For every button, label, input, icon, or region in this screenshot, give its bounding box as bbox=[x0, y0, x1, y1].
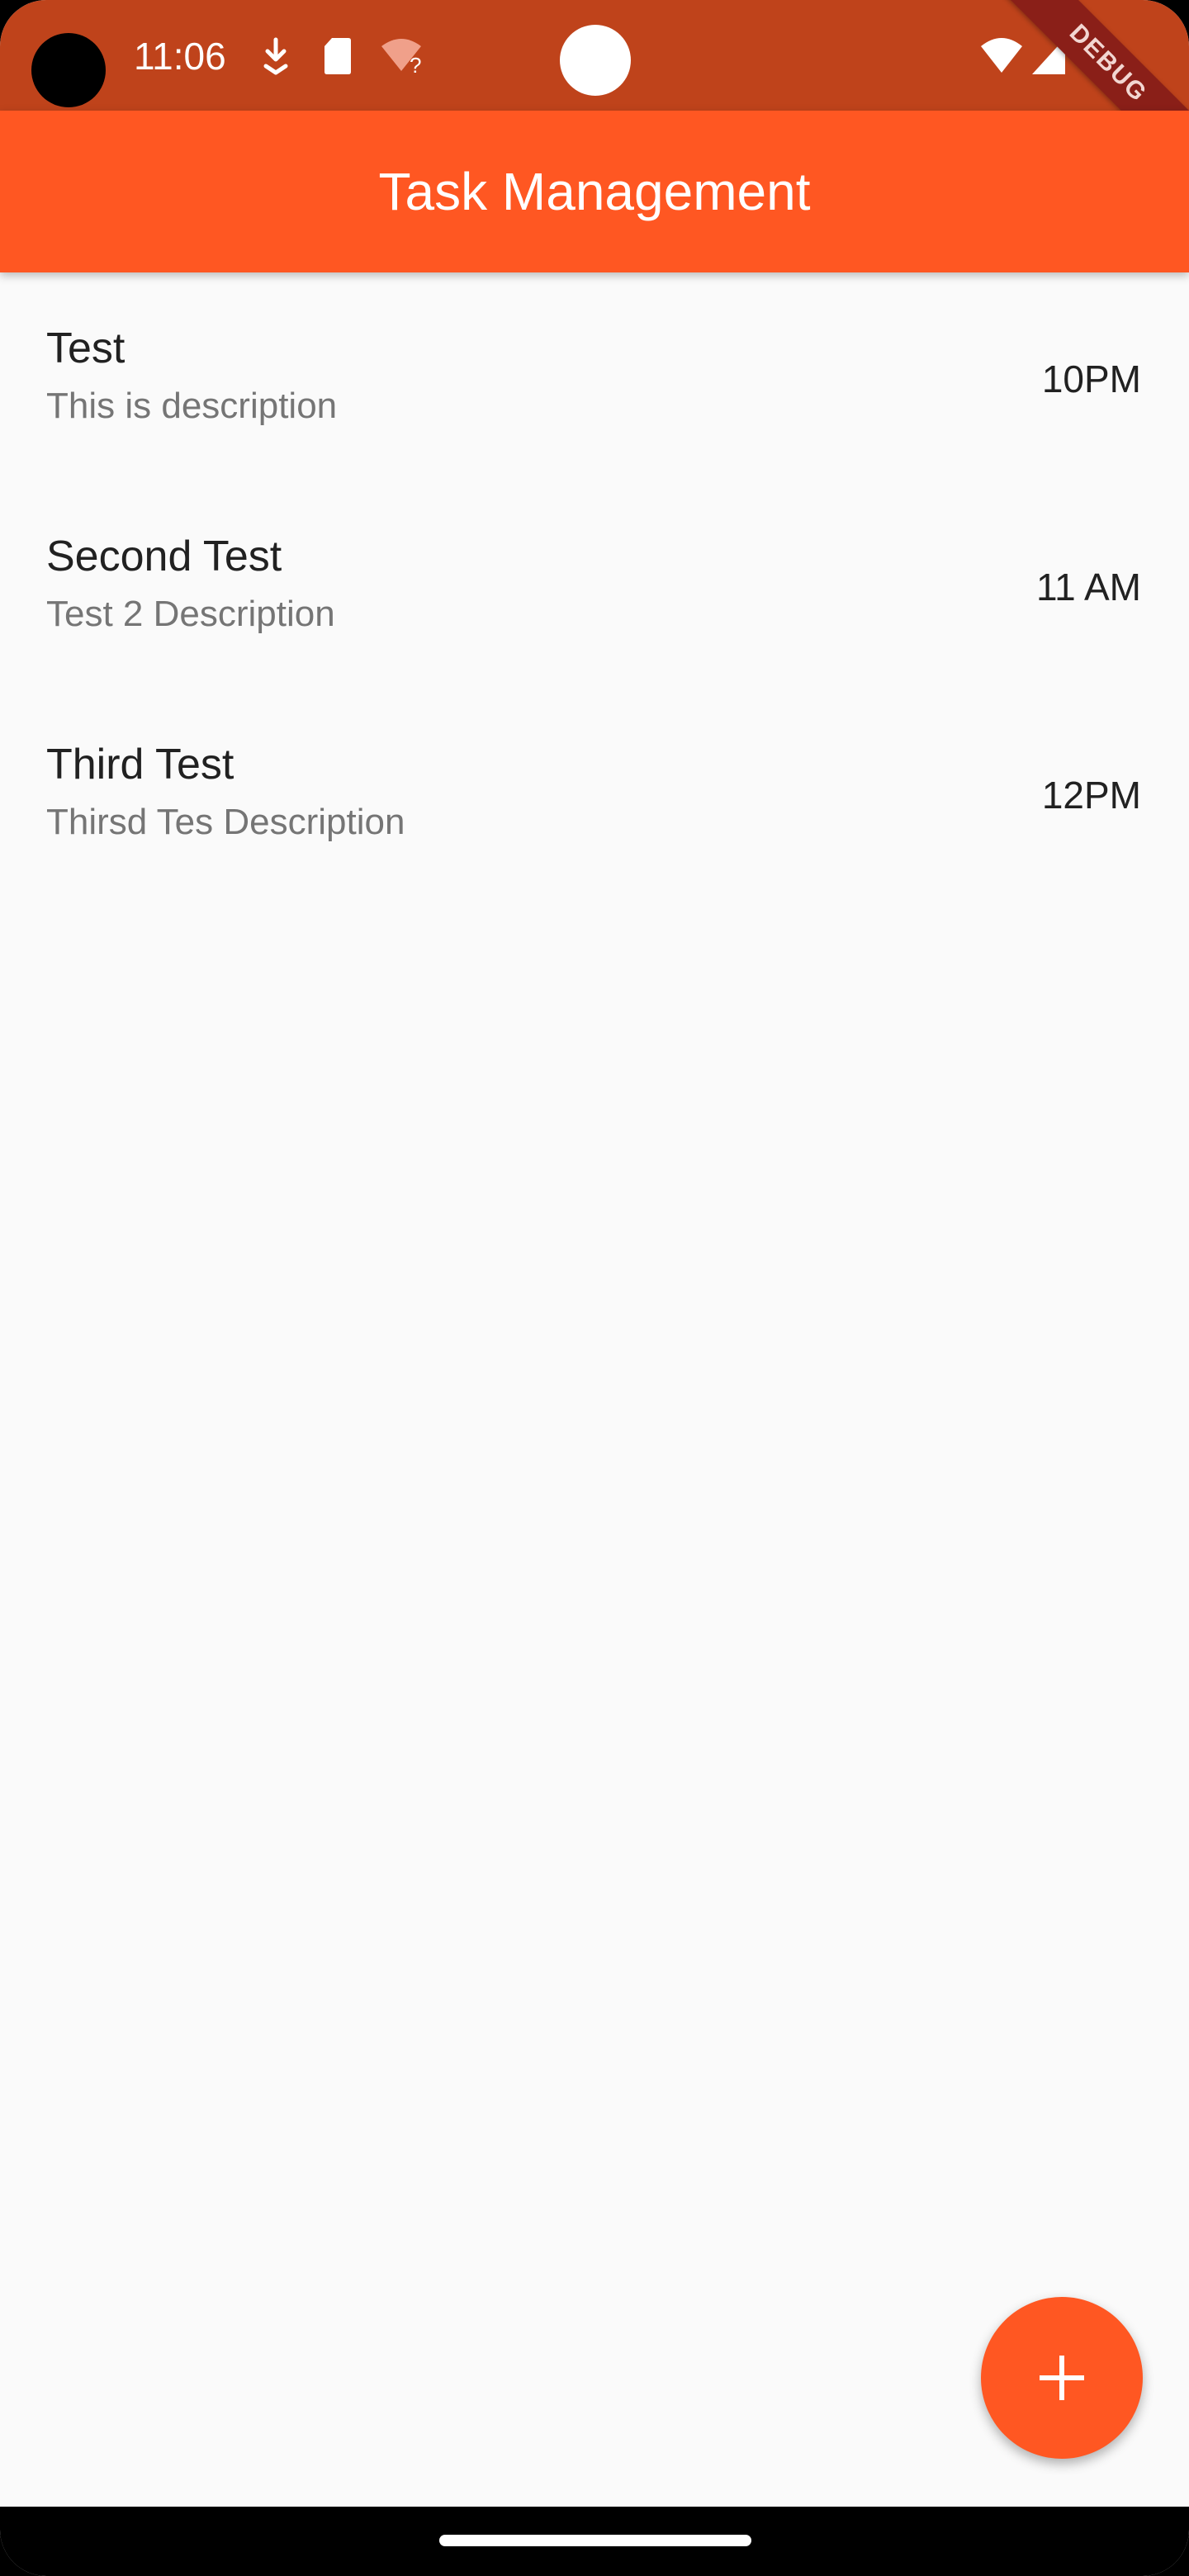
task-title: Third Test bbox=[46, 741, 234, 788]
task-description: This is description bbox=[46, 386, 338, 426]
task-list-item[interactable]: Third Test Thirsd Tes Description 12PM bbox=[0, 689, 1189, 897]
task-list-item[interactable]: Second Test Test 2 Description 11 AM bbox=[0, 481, 1189, 689]
svg-text:?: ? bbox=[410, 53, 421, 76]
app-bar: Task Management bbox=[0, 111, 1189, 272]
sd-card-icon bbox=[324, 38, 351, 74]
task-list: Test This is description 10PM Second Tes… bbox=[0, 272, 1189, 897]
task-description: Thirsd Tes Description bbox=[46, 802, 405, 842]
download-icon bbox=[263, 37, 288, 75]
task-title: Test bbox=[46, 324, 126, 372]
add-task-button[interactable] bbox=[981, 2297, 1143, 2459]
notch-dot bbox=[560, 25, 631, 96]
status-bar: 11:06 ? bbox=[0, 0, 1189, 111]
task-time: 11 AM bbox=[1036, 566, 1141, 608]
home-indicator[interactable] bbox=[439, 2535, 751, 2546]
task-time: 12PM bbox=[1041, 774, 1141, 817]
wifi-unknown-icon: ? bbox=[381, 39, 421, 76]
wifi-icon bbox=[981, 38, 1022, 73]
task-description: Test 2 Description bbox=[46, 594, 335, 634]
app-title: Task Management bbox=[378, 162, 811, 221]
task-list-item[interactable]: Test This is description 10PM bbox=[0, 272, 1189, 481]
task-time: 10PM bbox=[1041, 358, 1141, 400]
camera-cutout bbox=[31, 33, 106, 107]
app-screen: 11:06 ? DEBUG Task Management Test This … bbox=[0, 0, 1189, 2576]
task-title: Second Test bbox=[46, 533, 282, 580]
status-time: 11:06 bbox=[134, 35, 226, 78]
plus-icon bbox=[1040, 2356, 1084, 2400]
navigation-bar bbox=[0, 2507, 1189, 2576]
